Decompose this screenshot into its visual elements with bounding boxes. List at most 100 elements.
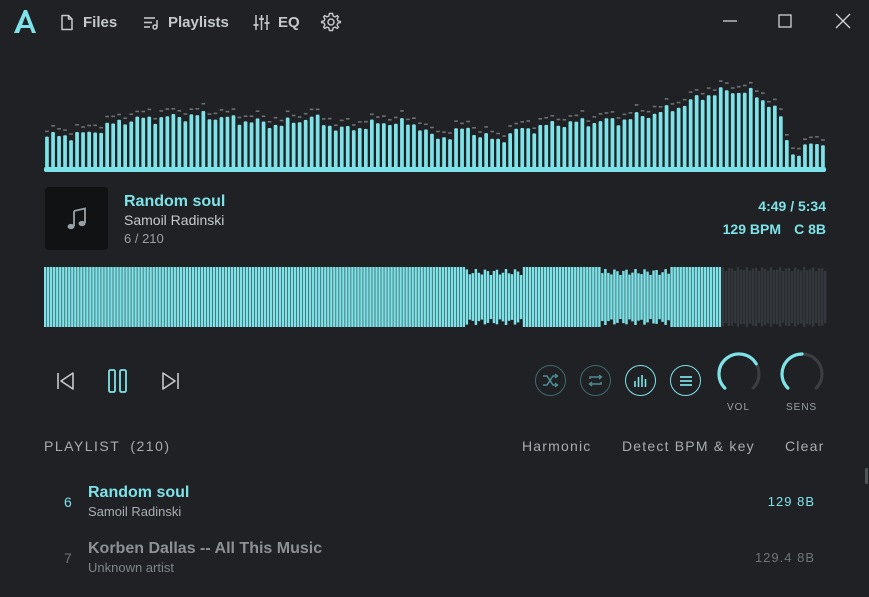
visualizer-button[interactable] xyxy=(625,365,656,396)
waveform-bar-played xyxy=(248,267,252,327)
skip-next-icon[interactable] xyxy=(159,370,181,392)
minimize-icon[interactable] xyxy=(718,9,742,33)
spectrum-bar xyxy=(688,99,693,171)
spectrum-bar xyxy=(285,117,290,171)
waveform-bar-played xyxy=(197,267,201,327)
spectrum-peak xyxy=(767,100,771,103)
shuffle-button[interactable] xyxy=(535,365,566,396)
spectrum-peak xyxy=(243,115,248,117)
maximize-icon[interactable] xyxy=(773,9,797,33)
waveform-bar-remaining xyxy=(763,268,767,326)
pause-icon[interactable] xyxy=(106,368,130,394)
waveform-bar-played xyxy=(628,274,631,320)
waveform-bar-played xyxy=(345,267,348,327)
waveform-bar-played xyxy=(50,267,53,327)
spectrum-peak xyxy=(562,119,567,121)
waveform-bar-played xyxy=(369,267,372,327)
waveform-bar-played xyxy=(543,267,547,327)
close-icon[interactable] xyxy=(831,9,855,33)
detect-bpm-key-button[interactable]: Detect BPM & key xyxy=(622,438,755,454)
spectrum-bar xyxy=(291,122,296,171)
spectrum-bar xyxy=(748,87,753,171)
waveform-bar-remaining xyxy=(754,267,758,327)
spectrum-peak xyxy=(333,124,338,127)
waveform-bar-played xyxy=(107,267,110,327)
waveform-bar-played xyxy=(336,267,339,327)
repeat-button[interactable] xyxy=(580,365,611,396)
spectrum-peak xyxy=(81,126,85,128)
spectrum-bar xyxy=(321,125,326,171)
spectrum-peak xyxy=(57,128,61,130)
spectrum-bar xyxy=(327,125,332,171)
waveform-bar-played xyxy=(89,267,92,327)
gear-icon[interactable] xyxy=(319,10,343,34)
menu-button[interactable] xyxy=(670,365,701,396)
nav-eq[interactable]: EQ xyxy=(253,11,300,33)
waveform-bar-played xyxy=(176,267,179,327)
playlist-count: (210) xyxy=(130,438,171,454)
waveform-bar-played xyxy=(53,267,56,327)
waveform-bar-played xyxy=(140,267,143,327)
spectrum-peak xyxy=(171,108,176,110)
waveform-bar-played xyxy=(537,267,541,327)
waveform-bar-played xyxy=(101,267,104,327)
waveform-bar-played xyxy=(321,267,324,327)
spectrum-bar xyxy=(333,130,338,171)
playlist-scrollbar[interactable] xyxy=(865,468,868,484)
spectrum-bar xyxy=(279,125,284,171)
waveform-bar-played xyxy=(152,267,155,327)
waveform-bar-played xyxy=(239,267,243,327)
clear-playlist-button[interactable]: Clear xyxy=(785,438,824,454)
waveform-bar-played xyxy=(634,269,637,325)
nav-playlists[interactable]: Playlists xyxy=(143,11,229,33)
spectrum-bar xyxy=(219,117,224,171)
waveform-bar-remaining xyxy=(814,270,818,323)
waveform-bar-remaining xyxy=(766,270,770,324)
spectrum-bar xyxy=(93,132,97,171)
waveform-bar-remaining xyxy=(742,269,746,325)
waveform-bar-played xyxy=(266,267,270,327)
spectrum-peak xyxy=(785,134,789,136)
nav-playlists-label: Playlists xyxy=(168,13,229,31)
waveform-bar-remaining xyxy=(787,268,791,326)
spectrum-bar xyxy=(490,138,494,171)
spectrum-bar xyxy=(604,118,609,171)
spectrum-bar xyxy=(183,121,188,171)
waveform-bar-played xyxy=(155,267,158,327)
spectrum-peak xyxy=(773,98,777,101)
spectrum-bar xyxy=(105,122,109,171)
waveform-bar-played xyxy=(540,267,544,327)
spectrum-bar xyxy=(664,105,669,171)
spectrum-peak xyxy=(670,103,675,105)
spectrum-peak xyxy=(676,101,681,104)
harmonic-button[interactable]: Harmonic xyxy=(522,438,592,454)
nav-files[interactable]: Files xyxy=(59,11,117,33)
spectrum-peak xyxy=(646,110,651,113)
waveform-bar-played xyxy=(610,274,613,320)
waveform-bar-played xyxy=(501,272,505,322)
sensitivity-knob[interactable] xyxy=(779,351,825,397)
playlist-row[interactable]: 7 Korben Dallas -- All This Music Unknow… xyxy=(44,538,827,582)
waveform-bar-played xyxy=(375,267,378,327)
playlist-row[interactable]: 6 Random soul Samoil Radinski 129 8B xyxy=(44,482,827,526)
waveform-seekbar[interactable] xyxy=(44,266,827,328)
waveform-bar-played xyxy=(284,267,288,327)
spectrum-peak xyxy=(159,110,164,112)
spectrum-bar xyxy=(201,111,206,171)
spectrum-peak xyxy=(75,124,79,126)
waveform-bar-played xyxy=(670,267,673,327)
waveform-bar-played xyxy=(583,267,586,327)
skip-previous-icon[interactable] xyxy=(55,370,77,392)
waveform-bar-played xyxy=(510,274,514,320)
waveform-bar-played xyxy=(688,267,691,327)
spectrum-peak xyxy=(201,103,206,105)
waveform-bar-played xyxy=(462,267,466,327)
spectrum-bar xyxy=(63,135,67,171)
spectrum-peak xyxy=(538,118,543,120)
nav-eq-label: EQ xyxy=(278,13,300,31)
volume-knob[interactable] xyxy=(716,351,762,397)
spectrum-peak xyxy=(694,89,699,91)
spectrum-peak xyxy=(791,147,795,149)
playback-time: 4:49 / 5:34 xyxy=(758,198,826,214)
spectrum-bar xyxy=(370,119,374,171)
